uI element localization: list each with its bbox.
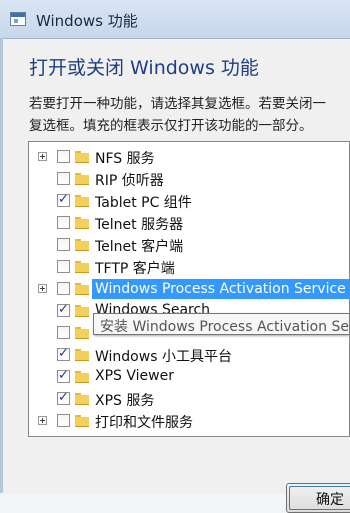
feature-label: Tablet PC 组件 <box>95 195 192 211</box>
feature-checkbox[interactable] <box>57 238 70 251</box>
feature-row[interactable]: XPS 服务 <box>29 388 349 410</box>
expand-plus-icon[interactable] <box>38 284 47 293</box>
feature-row[interactable]: RIP 侦听器 <box>29 168 349 190</box>
folder-icon <box>75 239 89 251</box>
expand-plus-icon[interactable] <box>38 152 47 161</box>
feature-row[interactable]: TFTP 客户端 <box>29 256 349 278</box>
ok-button[interactable]: 确定 <box>286 483 350 513</box>
feature-checkbox[interactable] <box>57 368 70 383</box>
description-line: 若要打开一种功能，请选择其复选框。若要关闭一 <box>29 96 326 112</box>
title-bar[interactable]: Windows 功能 <box>0 0 350 38</box>
feature-label: TFTP 客户端 <box>95 261 175 277</box>
feature-row[interactable]: Windows 小工具平台 <box>29 344 349 366</box>
feature-checkbox[interactable] <box>57 282 70 295</box>
description: 若要打开一种功能，请选择其复选框。若要关闭一 复选框。填充的框表示仅打开该功能的… <box>29 93 349 137</box>
dialog-client-area: 打开或关闭 Windows 功能 若要打开一种功能，请选择其复选框。若要关闭一 … <box>3 38 350 513</box>
feature-checkbox[interactable] <box>57 172 70 185</box>
feature-row[interactable]: XPS Viewer <box>29 366 349 388</box>
folder-icon <box>75 327 89 339</box>
folder-icon <box>75 371 89 383</box>
folder-icon <box>75 261 89 273</box>
page-title: 打开或关闭 Windows 功能 <box>29 57 259 79</box>
feature-checkbox[interactable] <box>57 216 70 229</box>
feature-label: Windows Process Activation Service <box>92 279 349 299</box>
folder-icon <box>75 393 89 405</box>
feature-label: Telnet 客户端 <box>95 239 184 255</box>
folder-icon <box>75 349 89 361</box>
focus-ring <box>289 486 350 510</box>
tooltip: 安装 Windows Process Activation Service <box>93 313 350 335</box>
feature-checkbox[interactable] <box>57 192 70 207</box>
folder-icon <box>75 151 89 163</box>
feature-label: NFS 服务 <box>95 151 155 167</box>
feature-checkbox[interactable] <box>57 346 70 361</box>
folder-icon <box>75 217 89 229</box>
folder-icon <box>75 415 89 427</box>
folder-icon <box>75 173 89 185</box>
feature-label: 打印和文件服务 <box>95 415 193 431</box>
expand-plus-icon[interactable] <box>38 416 47 425</box>
feature-row[interactable]: Telnet 服务器 <box>29 212 349 234</box>
window-title: Windows 功能 <box>36 12 138 30</box>
feature-checkbox[interactable] <box>57 302 70 317</box>
feature-label: RIP 侦听器 <box>95 173 164 189</box>
window-features-icon <box>10 12 26 26</box>
folder-icon <box>75 195 89 207</box>
feature-label: XPS 服务 <box>95 393 155 409</box>
feature-checkbox[interactable] <box>57 390 70 405</box>
feature-label: Windows 小工具平台 <box>95 349 232 365</box>
feature-row[interactable]: Tablet PC 组件 <box>29 190 349 212</box>
feature-row[interactable]: Telnet 客户端 <box>29 234 349 256</box>
feature-row[interactable]: 打印和文件服务 <box>29 410 349 432</box>
feature-tree[interactable]: NFS 服务 RIP 侦听器 Tablet PC 组件 Telnet 服务器 Telne… <box>28 141 350 437</box>
folder-icon <box>75 305 89 317</box>
description-line: 复选框。填充的框表示仅打开该功能的一部分。 <box>29 118 313 134</box>
feature-checkbox[interactable] <box>57 150 70 163</box>
feature-label: Telnet 服务器 <box>95 217 184 233</box>
feature-checkbox[interactable] <box>57 326 70 339</box>
feature-checkbox[interactable] <box>57 414 70 427</box>
feature-checkbox[interactable] <box>57 260 70 273</box>
feature-row[interactable]: NFS 服务 <box>29 146 349 168</box>
feature-label: XPS Viewer <box>95 368 174 384</box>
feature-row[interactable]: Windows Process Activation Service <box>29 278 349 300</box>
folder-icon <box>75 283 89 295</box>
